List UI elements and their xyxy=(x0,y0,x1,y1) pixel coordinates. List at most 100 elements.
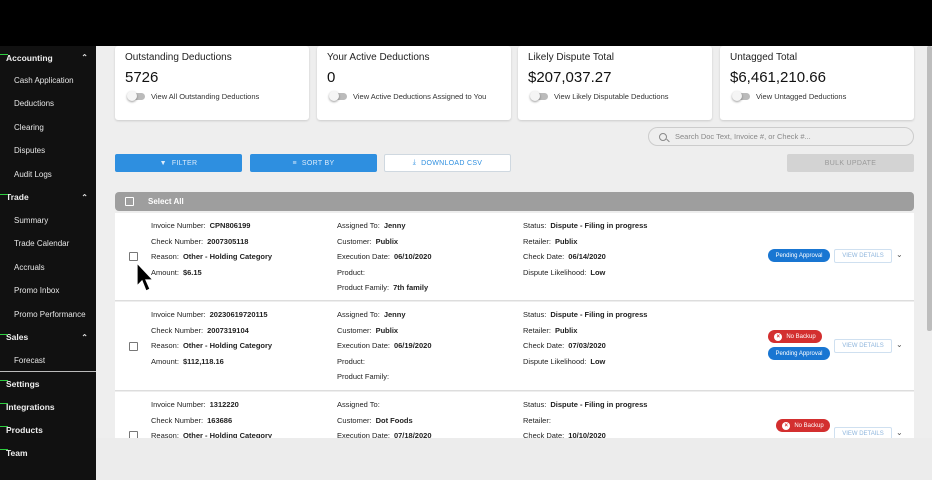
close-icon: × xyxy=(774,332,783,341)
invoice-number: 1312220 xyxy=(209,400,239,409)
sort-icon: ≡ xyxy=(292,159,297,167)
sidebar-item-promo-performance[interactable]: Promo Performance xyxy=(0,303,96,326)
status: Dispute - Filing in progress xyxy=(550,221,648,230)
field-label: Amount: xyxy=(151,356,179,366)
card-value: $6,461,210.66 xyxy=(730,69,826,86)
filter-icon: ▼ xyxy=(159,159,167,167)
field-label: Assigned To: xyxy=(337,310,380,319)
view-details-button[interactable]: VIEW DETAILS xyxy=(834,249,892,263)
card-title: Likely Dispute Total xyxy=(528,52,614,63)
sidebar-item-cash-application[interactable]: Cash Application xyxy=(0,69,96,92)
select-all-label: Select All xyxy=(148,197,184,206)
no-backup-badge[interactable]: × No Backup xyxy=(776,419,830,432)
mouse-cursor-icon xyxy=(136,262,155,292)
check-number: 163686 xyxy=(207,415,233,425)
toggle-switch[interactable] xyxy=(530,91,548,101)
customer: Publix xyxy=(375,236,399,246)
toggle-switch[interactable] xyxy=(329,91,347,101)
sidebar-section-sales[interactable]: Sales ⌃ xyxy=(0,326,96,349)
scrollbar[interactable] xyxy=(927,46,932,331)
sidebar-item-disputes[interactable]: Disputes xyxy=(0,139,96,162)
dispute-likelihood: Low xyxy=(590,267,606,277)
sidebar-item-integrations[interactable]: Integrations xyxy=(0,395,96,418)
expand-chevron-icon[interactable]: ⌄ xyxy=(896,250,903,259)
toggle-label: View All Outstanding Deductions xyxy=(151,92,260,101)
field-label: Status: xyxy=(523,400,547,409)
card-title: Untagged Total xyxy=(730,52,798,63)
sidebar: Accounting ⌃ Cash Application Deductions … xyxy=(0,46,96,480)
download-csv-button[interactable]: ⤓ DOWNLOAD CSV xyxy=(384,154,511,172)
sidebar-item-forecast[interactable]: Forecast xyxy=(0,349,96,373)
sidebar-item-settings[interactable]: Settings xyxy=(0,372,96,395)
field-label: Retailer: xyxy=(523,415,551,425)
field-label: Customer: xyxy=(337,325,372,335)
close-icon: × xyxy=(782,421,791,430)
card-title: Your Active Deductions xyxy=(327,52,430,63)
card-value: 0 xyxy=(327,69,336,86)
card-outstanding-deductions: Outstanding Deductions 5726 View All Out… xyxy=(115,46,309,120)
sidebar-item-promo-inbox[interactable]: Promo Inbox xyxy=(0,279,96,302)
sidebar-section-trade[interactable]: Trade ⌃ xyxy=(0,186,96,209)
expand-chevron-icon[interactable]: ⌄ xyxy=(896,340,903,349)
pending-approval-badge[interactable]: Pending Approval xyxy=(768,249,830,262)
sidebar-section-label: Accounting xyxy=(6,52,53,63)
sidebar-item-team[interactable]: Team xyxy=(0,441,96,464)
sidebar-section-accounting[interactable]: Accounting ⌃ xyxy=(0,46,96,69)
field-label: Invoice Number: xyxy=(151,221,206,230)
execution-date: 06/19/2020 xyxy=(393,341,432,350)
filter-button-label: FILTER xyxy=(171,159,198,167)
sidebar-section-label: Trade xyxy=(6,192,29,203)
field-label: Status: xyxy=(523,221,547,230)
field-label: Assigned To: xyxy=(337,400,380,409)
bottom-fade xyxy=(96,438,932,480)
field-label: Customer: xyxy=(337,236,372,246)
no-backup-badge[interactable]: × No Backup xyxy=(768,330,822,343)
toggle-switch[interactable] xyxy=(127,91,145,101)
row-checkbox[interactable] xyxy=(129,342,138,351)
card-untagged-total: Untagged Total $6,461,210.66 View Untagg… xyxy=(720,46,914,120)
sidebar-item-trade-calendar[interactable]: Trade Calendar xyxy=(0,232,96,255)
retailer: Publix xyxy=(554,325,578,335)
filter-button[interactable]: ▼ FILTER xyxy=(115,154,242,172)
status: Dispute - Filing in progress xyxy=(550,400,648,409)
toggle-switch[interactable] xyxy=(732,91,750,101)
search-placeholder: Search Doc Text, Invoice #, or Check #..… xyxy=(675,132,811,141)
field-label: Assigned To: xyxy=(337,221,380,230)
bulk-update-label: BULK UPDATE xyxy=(824,159,877,167)
execution-date: 06/10/2020 xyxy=(393,252,432,261)
assigned-to: Jenny xyxy=(383,310,406,319)
sort-button[interactable]: ≡ SORT BY xyxy=(250,154,377,172)
product-family: 7th family xyxy=(393,283,429,292)
field-label: Invoice Number: xyxy=(151,400,206,409)
sidebar-item-products[interactable]: Products xyxy=(0,418,96,441)
expand-chevron-icon[interactable]: ⌄ xyxy=(896,428,903,437)
select-all-checkbox[interactable] xyxy=(125,197,134,206)
field-label: Product Family: xyxy=(337,283,390,292)
bulk-update-button[interactable]: BULK UPDATE xyxy=(787,154,914,172)
view-details-button[interactable]: VIEW DETAILS xyxy=(834,339,892,353)
search-input[interactable]: Search Doc Text, Invoice #, or Check #..… xyxy=(648,127,914,146)
sidebar-item-label: Team xyxy=(6,447,28,458)
sidebar-item-audit-logs[interactable]: Audit Logs xyxy=(0,163,96,186)
sidebar-item-clearing[interactable]: Clearing xyxy=(0,116,96,139)
card-value: $207,037.27 xyxy=(528,69,612,86)
field-label: Reason: xyxy=(151,252,179,261)
sidebar-item-deductions[interactable]: Deductions xyxy=(0,92,96,115)
select-all-bar[interactable]: Select All xyxy=(115,192,914,211)
sidebar-section-label: Sales xyxy=(6,332,29,343)
sidebar-item-label: Products xyxy=(6,424,43,435)
sidebar-item-summary[interactable]: Summary xyxy=(0,209,96,232)
sidebar-item-accruals[interactable]: Accruals xyxy=(0,256,96,279)
card-value: 5726 xyxy=(125,69,159,86)
assigned-to: Jenny xyxy=(383,221,406,230)
retailer: Publix xyxy=(554,236,578,246)
reason: Other - Holding Category xyxy=(182,341,273,350)
amount: $112,118.16 xyxy=(182,356,224,366)
check-date: 06/14/2020 xyxy=(568,252,606,261)
field-label: Dispute Likelihood: xyxy=(523,356,587,366)
pending-approval-badge[interactable]: Pending Approval xyxy=(768,347,830,360)
row-checkbox[interactable] xyxy=(129,252,138,261)
status: Dispute - Filing in progress xyxy=(550,310,648,319)
chevron-up-icon: ⌃ xyxy=(81,53,88,62)
card-title: Outstanding Deductions xyxy=(125,52,232,63)
